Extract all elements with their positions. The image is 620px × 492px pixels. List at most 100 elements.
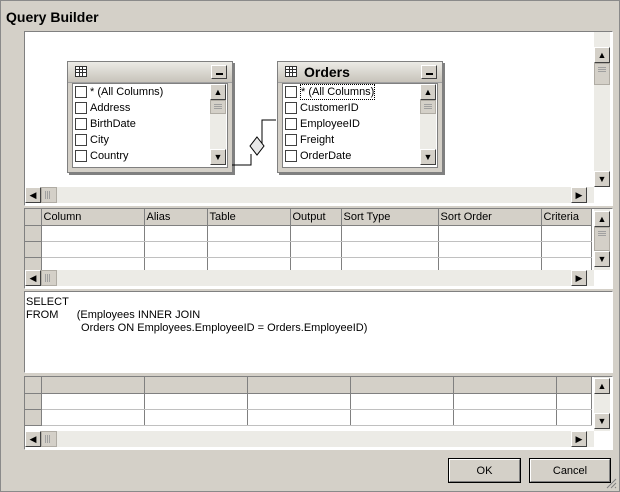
scroll-thumb[interactable] [594, 227, 610, 251]
results-horizontal-scrollbar[interactable]: ◀ ▶ [25, 431, 594, 447]
grid-header-alias[interactable]: Alias [144, 209, 208, 226]
grid-header-criteria[interactable]: Criteria [541, 209, 592, 226]
join-connector[interactable] [231, 102, 279, 172]
table-row[interactable] [25, 393, 592, 410]
result-header[interactable] [556, 377, 592, 394]
scroll-down-button[interactable]: ▼ [594, 251, 610, 267]
results-pane: ▲ ▼ ◀ ▶ [24, 376, 613, 450]
column-row[interactable]: EmployeeID [283, 116, 437, 132]
column-checkbox[interactable] [285, 86, 297, 98]
window-title: Query Builder [6, 9, 99, 25]
criteria-grid: Column Alias Table Output Sort Type Sort… [25, 209, 592, 274]
row-header[interactable] [25, 409, 42, 426]
row-header-corner [25, 377, 42, 394]
result-header[interactable] [350, 377, 454, 394]
scroll-up-button[interactable]: ▲ [210, 84, 226, 100]
table-card-employees[interactable]: * (All Columns) Address BirthDate City C… [67, 61, 233, 173]
query-builder-window: Query Builder * (All Columns) Address Bi… [0, 0, 620, 492]
row-header[interactable] [25, 393, 42, 410]
scroll-down-button[interactable]: ▼ [210, 149, 226, 165]
results-grid [25, 377, 592, 426]
diagram-horizontal-scrollbar[interactable]: ◀ ▶ [25, 187, 594, 203]
column-row[interactable]: City [73, 132, 227, 148]
column-row[interactable]: Freight [283, 132, 437, 148]
scroll-thumb[interactable] [210, 100, 226, 114]
column-list: * (All Columns) Address BirthDate City C… [72, 83, 228, 168]
cancel-button[interactable]: Cancel [529, 458, 611, 483]
scroll-thumb[interactable] [594, 63, 610, 85]
resize-grip-icon[interactable] [605, 477, 617, 489]
scroll-down-button[interactable]: ▼ [594, 171, 610, 187]
scroll-thumb[interactable] [41, 187, 57, 203]
scroll-left-button[interactable]: ◀ [25, 270, 41, 286]
column-row[interactable]: Address [73, 100, 227, 116]
table-name: Orders [304, 64, 350, 80]
column-row[interactable]: BirthDate [73, 116, 227, 132]
table-card-header[interactable]: Orders [278, 62, 442, 83]
row-header[interactable] [25, 225, 42, 242]
ok-button[interactable]: OK [448, 458, 521, 483]
column-checkbox[interactable] [285, 134, 297, 146]
scroll-thumb[interactable] [41, 431, 57, 447]
column-checkbox[interactable] [75, 134, 87, 146]
scroll-left-button[interactable]: ◀ [25, 431, 41, 447]
column-checkbox[interactable] [285, 102, 297, 114]
scroll-down-button[interactable]: ▼ [420, 149, 436, 165]
table-grid-icon [75, 66, 87, 77]
column-row[interactable]: * (All Columns) [283, 84, 437, 100]
scroll-left-button[interactable]: ◀ [25, 187, 41, 203]
sql-from-line: FROM (Employees INNER JOIN [26, 309, 201, 321]
column-row[interactable]: OrderDate [283, 148, 437, 164]
column-row[interactable]: Country [73, 148, 227, 164]
table-row[interactable] [25, 241, 592, 258]
results-vertical-scrollbar[interactable]: ▲ ▼ [594, 377, 610, 431]
grid-header-table[interactable]: Table [207, 209, 291, 226]
diagram-vertical-scrollbar[interactable]: ▲ ▼ [594, 32, 610, 187]
result-header[interactable] [144, 377, 248, 394]
table-card-header[interactable] [68, 62, 232, 83]
table-row[interactable] [25, 409, 592, 426]
column-row[interactable]: CustomerID [283, 100, 437, 116]
diagram-pane: * (All Columns) Address BirthDate City C… [24, 31, 613, 206]
scroll-up-button[interactable]: ▲ [594, 211, 610, 227]
grid-header-sort-order[interactable]: Sort Order [438, 209, 542, 226]
sql-join-line: Orders ON Employees.EmployeeID = Orders.… [26, 322, 368, 334]
result-header[interactable] [247, 377, 351, 394]
column-checkbox[interactable] [75, 102, 87, 114]
result-header[interactable] [453, 377, 557, 394]
result-header[interactable] [41, 377, 145, 394]
column-checkbox[interactable] [75, 150, 87, 162]
scroll-up-button[interactable]: ▲ [594, 47, 610, 63]
scroll-thumb[interactable] [41, 270, 57, 286]
grid-header-sort-type[interactable]: Sort Type [341, 209, 439, 226]
scroll-up-button[interactable]: ▲ [594, 378, 610, 394]
column-list-scrollbar[interactable]: ▲ ▼ [210, 84, 226, 165]
scroll-right-button[interactable]: ▶ [571, 270, 587, 286]
grid-vertical-scrollbar[interactable]: ▲ ▼ [594, 209, 610, 270]
scroll-thumb[interactable] [420, 100, 436, 114]
column-checkbox[interactable] [285, 150, 297, 162]
grid-header-column[interactable]: Column [41, 209, 145, 226]
sql-pane[interactable]: SELECT FROM (Employees INNER JOIN Orders… [24, 291, 613, 373]
table-grid-icon [285, 66, 297, 77]
column-checkbox[interactable] [75, 86, 87, 98]
row-header[interactable] [25, 241, 42, 258]
scroll-right-button[interactable]: ▶ [571, 187, 587, 203]
scroll-up-button[interactable]: ▲ [420, 84, 436, 100]
scroll-right-button[interactable]: ▶ [571, 431, 587, 447]
column-checkbox[interactable] [285, 118, 297, 130]
table-row[interactable] [25, 225, 592, 242]
table-card-orders[interactable]: Orders * (All Columns) CustomerID Employ… [277, 61, 443, 173]
column-label: * (All Columns) [300, 84, 376, 100]
column-label: Freight [300, 134, 335, 146]
grid-header-output[interactable]: Output [290, 209, 342, 226]
minimize-button[interactable] [421, 65, 437, 79]
column-row[interactable]: * (All Columns) [73, 84, 227, 100]
scroll-down-button[interactable]: ▼ [594, 413, 610, 429]
title-bar: Query Builder [1, 1, 619, 31]
column-list-scrollbar[interactable]: ▲ ▼ [420, 84, 436, 165]
grid-horizontal-scrollbar[interactable]: ◀ ▶ [25, 270, 594, 286]
column-list: * (All Columns) CustomerID EmployeeID Fr… [282, 83, 438, 168]
column-checkbox[interactable] [75, 118, 87, 130]
minimize-button[interactable] [211, 65, 227, 79]
